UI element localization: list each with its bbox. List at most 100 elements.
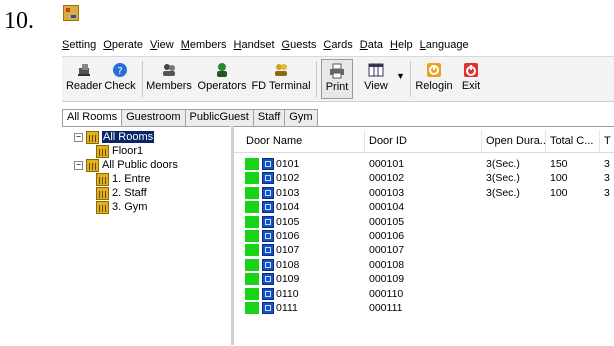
building-icon bbox=[96, 144, 109, 158]
menu-cards[interactable]: Cards bbox=[323, 39, 352, 51]
room-tabs: All Rooms Guestroom PublicGuest Staff Gy… bbox=[62, 109, 318, 127]
tree-node-entre[interactable]: 1. Entre bbox=[96, 172, 151, 186]
table-row[interactable]: 0111 000111 bbox=[234, 302, 614, 314]
status-indicator bbox=[245, 273, 259, 286]
tree-label: Floor1 bbox=[112, 145, 144, 157]
operators-button[interactable]: Operators bbox=[196, 59, 248, 97]
door-id-cell: 000109 bbox=[369, 273, 405, 286]
table-row[interactable]: 0108 000108 bbox=[234, 258, 614, 271]
door-name-cell: 0101 bbox=[276, 158, 300, 170]
toolbar: Reader ? Check Members Operators FD Term… bbox=[62, 56, 614, 102]
tree-label: 1. Entre bbox=[112, 173, 151, 185]
tree-node-all-rooms[interactable]: − All Rooms bbox=[74, 130, 155, 144]
exit-power-icon bbox=[463, 62, 479, 78]
operators-icon bbox=[214, 62, 230, 78]
reader-button[interactable]: Reader bbox=[66, 59, 102, 97]
column-header-open-duration[interactable]: Open Dura... bbox=[482, 130, 546, 152]
table-row[interactable]: 0107 000107 bbox=[234, 244, 614, 257]
menu-setting[interactable]: Setting bbox=[62, 39, 96, 51]
open-duration-cell: 3(Sec.) bbox=[486, 186, 520, 199]
door-icon bbox=[262, 258, 274, 271]
menu-handset[interactable]: Handset bbox=[234, 39, 275, 51]
door-icon bbox=[262, 273, 274, 286]
card-reader-icon bbox=[76, 62, 92, 78]
column-header-total[interactable]: Total C... bbox=[546, 130, 600, 152]
status-indicator bbox=[245, 186, 259, 199]
open-duration-cell: 3(Sec.) bbox=[486, 158, 520, 170]
table-row[interactable]: 0104 000104 bbox=[234, 201, 614, 214]
view-dropdown-arrow-icon[interactable]: ▼ bbox=[396, 71, 405, 81]
status-indicator bbox=[245, 287, 259, 300]
menu-members[interactable]: Members bbox=[181, 39, 227, 51]
members-button[interactable]: Members bbox=[146, 59, 192, 97]
door-icon bbox=[262, 201, 274, 214]
door-icon bbox=[262, 230, 274, 242]
exit-button[interactable]: Exit bbox=[456, 59, 486, 97]
members-icon bbox=[161, 62, 177, 78]
fd-terminal-icon bbox=[273, 62, 289, 78]
menu-language[interactable]: Language bbox=[420, 39, 469, 51]
toolbar-separator bbox=[410, 61, 411, 97]
column-header-door-name[interactable]: Door Name bbox=[242, 130, 365, 152]
door-id-cell: 000101 bbox=[369, 158, 405, 170]
menu-view[interactable]: View bbox=[150, 39, 174, 51]
building-icon bbox=[96, 200, 109, 214]
printer-icon bbox=[329, 63, 345, 79]
status-indicator bbox=[245, 258, 259, 271]
menu-data[interactable]: Data bbox=[360, 39, 383, 51]
toolbar-separator bbox=[142, 61, 143, 97]
fd-terminal-button[interactable]: FD Terminal bbox=[250, 59, 312, 97]
check-button[interactable]: ? Check bbox=[102, 59, 138, 97]
menu-operate[interactable]: Operate bbox=[103, 39, 143, 51]
t-cell: 3 bbox=[604, 172, 610, 185]
table-row[interactable]: 0105 000105 bbox=[234, 215, 614, 228]
t-cell: 3 bbox=[604, 158, 610, 170]
table-row[interactable]: 0103 000103 3(Sec.) 100 3 bbox=[234, 186, 614, 199]
tree-node-staff[interactable]: 2. Staff bbox=[96, 186, 147, 200]
table-row[interactable]: 0106 000106 bbox=[234, 230, 614, 242]
table-row[interactable]: 0102 000102 3(Sec.) 100 3 bbox=[234, 172, 614, 185]
tree-node-floor1[interactable]: Floor1 bbox=[96, 144, 143, 158]
total-cell: 100 bbox=[550, 172, 568, 185]
door-id-cell: 000111 bbox=[369, 302, 403, 314]
collapse-icon[interactable]: − bbox=[74, 160, 83, 170]
tab-guestroom[interactable]: Guestroom bbox=[121, 109, 186, 126]
status-indicator bbox=[245, 244, 259, 257]
building-icon bbox=[86, 130, 99, 144]
table-row[interactable]: 0109 000109 bbox=[234, 273, 614, 286]
table-row[interactable]: 0101 000101 3(Sec.) 150 3 bbox=[234, 158, 614, 170]
door-icon bbox=[262, 302, 274, 314]
collapse-icon[interactable]: − bbox=[74, 132, 83, 142]
tab-gym[interactable]: Gym bbox=[284, 109, 318, 126]
door-name-cell: 0102 bbox=[276, 172, 300, 185]
tab-all-rooms[interactable]: All Rooms bbox=[62, 109, 123, 127]
menu-help[interactable]: Help bbox=[390, 39, 413, 51]
toolbar-separator bbox=[316, 61, 317, 97]
open-duration-cell: 3(Sec.) bbox=[486, 172, 520, 185]
relogin-button[interactable]: Relogin bbox=[414, 59, 454, 97]
total-cell: 150 bbox=[550, 158, 568, 170]
fd-terminal-label: FD Terminal bbox=[251, 80, 311, 92]
tree-node-all-public-doors[interactable]: − All Public doors bbox=[74, 158, 178, 172]
tree-label: 2. Staff bbox=[112, 187, 147, 199]
reader-label: Reader bbox=[65, 80, 103, 92]
column-header-t[interactable]: T bbox=[600, 130, 614, 152]
door-id-cell: 000107 bbox=[369, 244, 405, 257]
door-icon bbox=[262, 215, 274, 228]
exit-label: Exit bbox=[461, 80, 481, 92]
column-header-door-id[interactable]: Door ID bbox=[365, 130, 482, 152]
table-row[interactable]: 0110 000110 bbox=[234, 287, 614, 300]
print-button[interactable]: Print bbox=[321, 59, 353, 99]
door-name-cell: 0105 bbox=[276, 215, 300, 228]
tab-staff[interactable]: Staff bbox=[252, 109, 286, 126]
tree-node-gym[interactable]: 3. Gym bbox=[96, 200, 147, 214]
view-button[interactable]: View bbox=[356, 59, 396, 97]
check-label: Check bbox=[104, 80, 136, 92]
status-indicator bbox=[245, 302, 259, 314]
total-cell: 100 bbox=[550, 186, 568, 199]
print-label: Print bbox=[325, 81, 349, 93]
tab-publicguest[interactable]: PublicGuest bbox=[184, 109, 254, 126]
menu-guests[interactable]: Guests bbox=[282, 39, 317, 51]
app-icon[interactable] bbox=[63, 5, 79, 21]
tree-label: 3. Gym bbox=[112, 201, 148, 213]
